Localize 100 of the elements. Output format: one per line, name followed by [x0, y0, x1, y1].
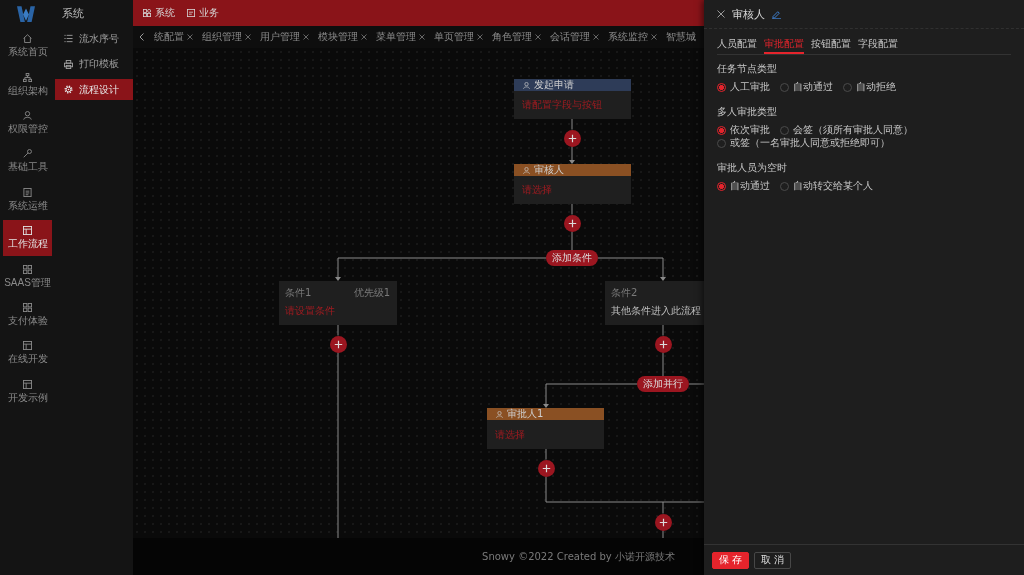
layout-icon: [23, 226, 32, 236]
add-icon[interactable]: [537, 459, 555, 477]
layout-icon: [23, 341, 32, 351]
close-icon[interactable]: [651, 34, 657, 40]
flow-node[interactable]: 发起申请 请配置字段与按钮: [514, 79, 631, 119]
config-tab[interactable]: 审批配置: [764, 34, 804, 54]
node-title: 发起申请: [534, 79, 574, 91]
cancel-button[interactable]: 取 消: [754, 551, 792, 569]
rail-menu-item[interactable]: 基础工具: [3, 143, 52, 180]
rail-menu-item[interactable]: 工作流程: [3, 219, 52, 257]
node-content: 请配置字段与按钮: [522, 99, 602, 111]
radio-button[interactable]: [717, 181, 726, 191]
page-tab[interactable]: 统配置: [150, 26, 198, 48]
radio-button[interactable]: [717, 82, 726, 92]
connector-line: [662, 352, 664, 377]
close-icon[interactable]: [303, 34, 309, 40]
settings-icon: [64, 85, 73, 94]
rail-menu-item[interactable]: 系统运维: [3, 181, 52, 218]
top-menu-item[interactable]: 系统: [143, 6, 175, 20]
connector-line: [662, 324, 664, 336]
edit-icon[interactable]: [772, 9, 781, 19]
document-icon: [23, 187, 32, 197]
radio-label[interactable]: 依次审批: [730, 124, 770, 136]
connector-line: [571, 203, 573, 215]
page-tab[interactable]: 菜单管理: [372, 26, 430, 48]
apps-icon: [143, 9, 151, 17]
radio-label[interactable]: 自动通过: [793, 81, 833, 93]
add-icon[interactable]: [654, 513, 672, 531]
node-title: 审批人1: [507, 408, 544, 420]
close-icon[interactable]: [361, 34, 367, 40]
user-icon: [23, 110, 32, 120]
page-tab[interactable]: 智慧城: [662, 26, 701, 48]
home-icon: [23, 34, 32, 44]
radio-label[interactable]: 或签（一名审批人同意或拒绝即可）: [730, 137, 890, 149]
connector-line: [662, 530, 664, 538]
condition-node[interactable]: 条件2 其他条件进入此流程: [605, 281, 704, 325]
condition-node[interactable]: 条件1 优先级1 请设置条件: [279, 281, 397, 325]
add-parallel-button[interactable]: 添加并行: [637, 376, 689, 392]
radio-label[interactable]: 自动通过: [730, 180, 770, 192]
flow-node[interactable]: 审批人1 请选择: [487, 408, 604, 449]
close-icon[interactable]: [535, 34, 541, 40]
user-icon: [496, 410, 503, 418]
connector-line: [688, 383, 704, 385]
rail-menu-item[interactable]: SAAS管理: [3, 258, 52, 295]
grid-icon: [23, 264, 32, 274]
layout-icon: [23, 379, 32, 389]
section-label: 审批人员为空时: [717, 162, 788, 174]
sidebar-menu-item[interactable]: 流程设计: [55, 79, 133, 100]
config-tab[interactable]: 按钮配置: [811, 34, 851, 54]
page-tab[interactable]: 会话管理: [546, 26, 604, 48]
radio-label[interactable]: 人工审批: [730, 81, 770, 93]
close-icon[interactable]: [477, 34, 483, 40]
add-icon[interactable]: [654, 335, 672, 353]
copyright-text: Snowy ©2022 Created by 小诺开源技术: [482, 549, 675, 564]
radio-label[interactable]: 自动转交给某个人: [793, 180, 873, 192]
condition-title: 条件1: [285, 287, 312, 299]
add-icon[interactable]: [563, 129, 581, 147]
radio-label[interactable]: 会签（须所有审批人同意）: [793, 124, 913, 136]
page-tab[interactable]: 系统监控: [604, 26, 662, 48]
close-icon[interactable]: [245, 34, 251, 40]
condition-content: 其他条件进入此流程: [611, 305, 702, 317]
page-tab[interactable]: 用户管理: [256, 26, 314, 48]
rail-menu-item[interactable]: 开发示例: [3, 373, 52, 410]
add-icon[interactable]: [563, 214, 581, 232]
flow-node[interactable]: 审核人 请选择: [514, 164, 631, 204]
sitemap-icon: [23, 72, 32, 82]
page-tab[interactable]: 模块管理: [314, 26, 372, 48]
sidebar-menu-item[interactable]: 打印模板: [55, 53, 133, 75]
chevron-left-icon[interactable]: [139, 33, 144, 41]
close-icon[interactable]: [717, 10, 725, 18]
list-icon: [64, 34, 73, 43]
rail-menu-item[interactable]: 支付体验: [3, 296, 52, 334]
logo-icon: [17, 5, 35, 22]
page-tab[interactable]: 角色管理: [488, 26, 546, 48]
user-icon: [523, 166, 530, 174]
top-menu-item[interactable]: 业务: [187, 6, 219, 20]
close-icon[interactable]: [187, 34, 193, 40]
printer-icon: [64, 59, 73, 69]
rail-menu-item[interactable]: 在线开发: [3, 335, 52, 372]
radio-button[interactable]: [717, 125, 726, 135]
node-content: 请选择: [522, 184, 552, 196]
sidebar-menu-item[interactable]: 流水序号: [55, 28, 133, 49]
panel-icon: [187, 9, 195, 17]
node-content: 请选择: [495, 428, 525, 441]
rail-menu-item[interactable]: 权限管控: [3, 104, 52, 142]
save-button[interactable]: 保 存: [712, 551, 750, 569]
close-icon[interactable]: [419, 34, 425, 40]
section-label: 任务节点类型: [717, 63, 778, 75]
close-icon[interactable]: [593, 34, 599, 40]
config-tab[interactable]: 字段配置: [858, 34, 898, 54]
radio-label[interactable]: 自动拒绝: [856, 81, 896, 93]
config-tab[interactable]: 人员配置: [717, 34, 757, 54]
rail-menu-item[interactable]: 组织架构: [3, 66, 52, 103]
page-tab[interactable]: 组织管理: [198, 26, 256, 48]
connector-line: [571, 231, 573, 251]
add-condition-button[interactable]: 添加条件: [546, 250, 598, 266]
section-label: 多人审批类型: [717, 106, 778, 118]
rail-menu-item[interactable]: 系统首页: [3, 28, 52, 65]
add-icon[interactable]: [329, 335, 347, 353]
page-tab[interactable]: 单页管理: [430, 26, 488, 48]
